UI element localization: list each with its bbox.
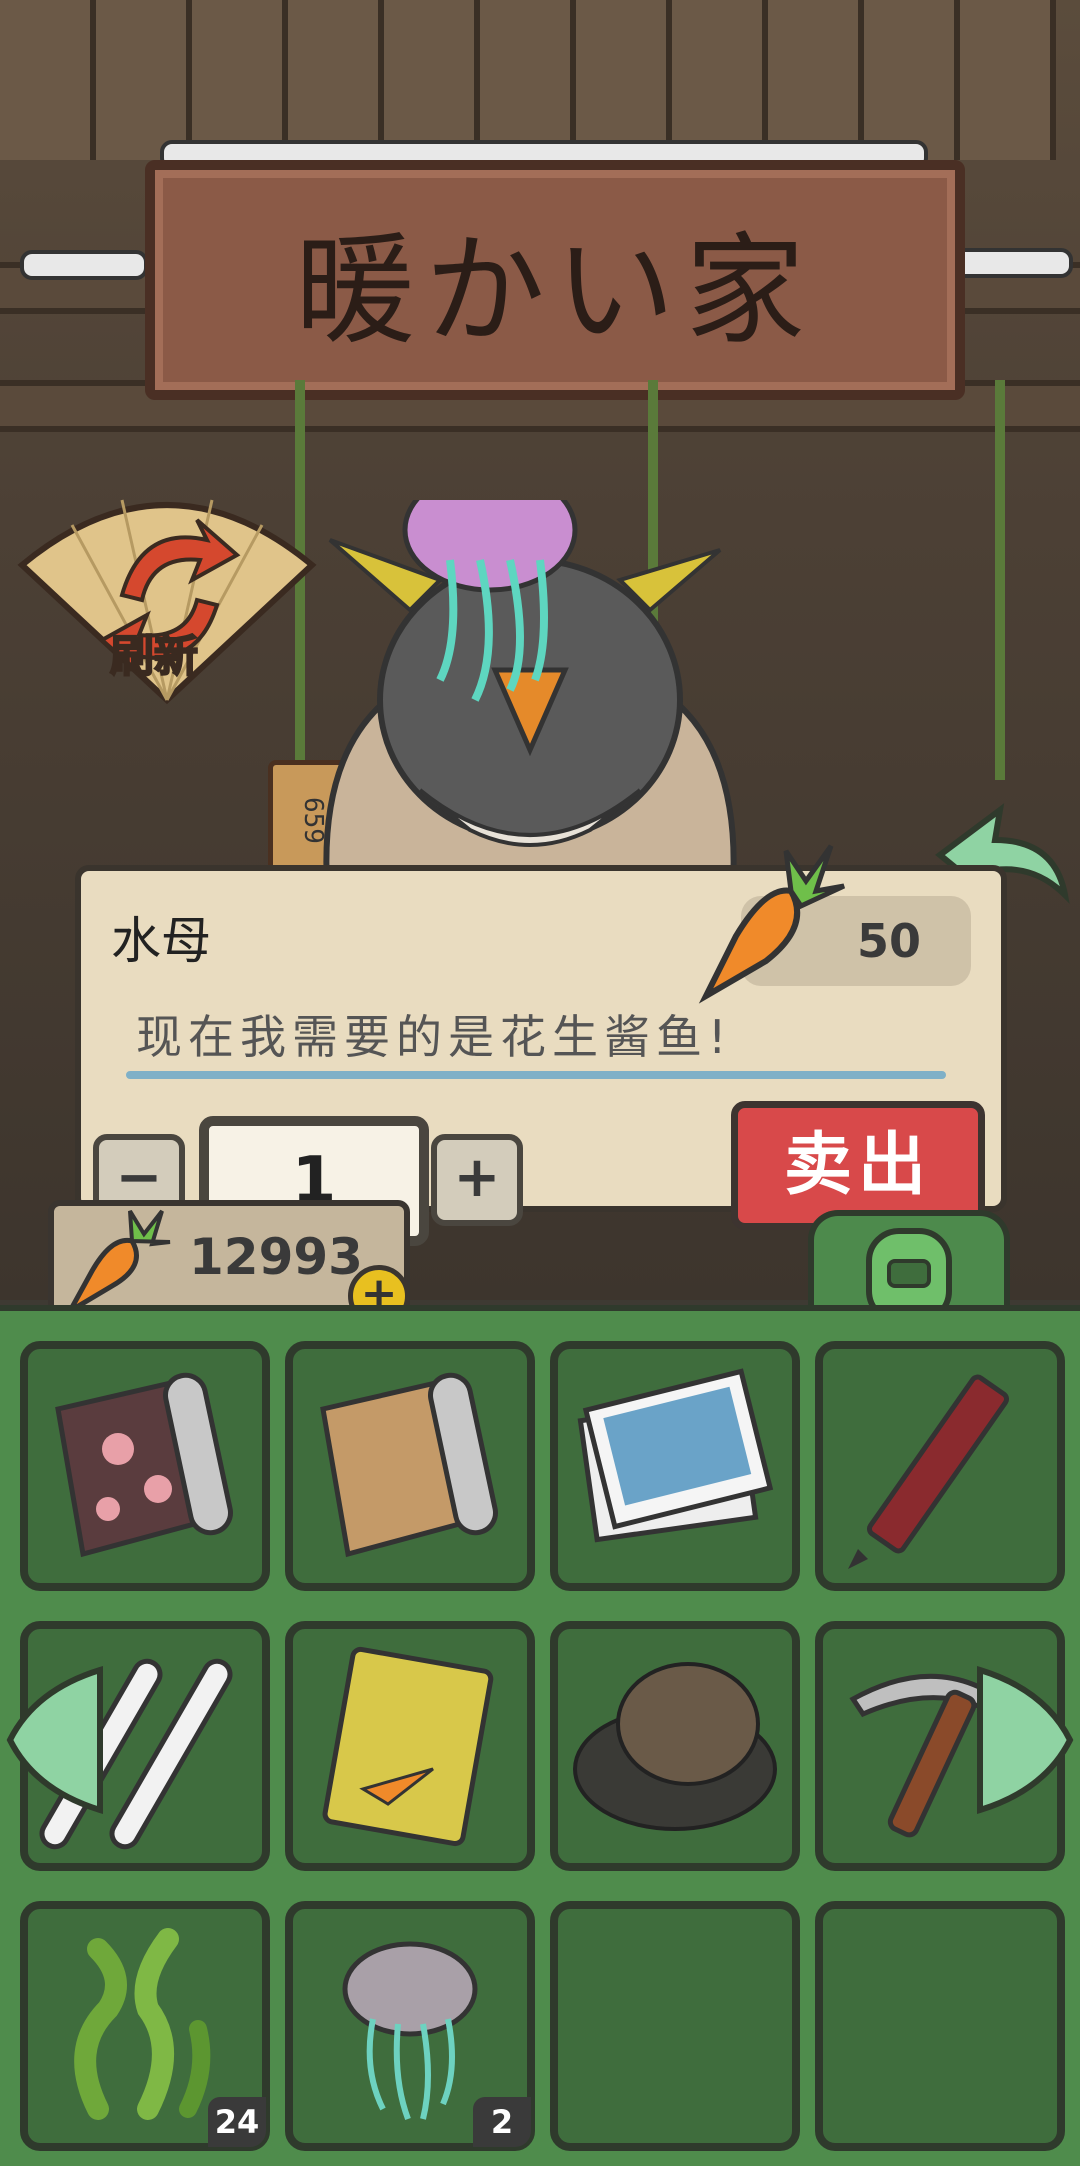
shop-sign: 暖かい家 bbox=[145, 160, 965, 400]
previous-page-arrow-icon[interactable] bbox=[5, 1660, 105, 1820]
snow bbox=[20, 250, 148, 280]
rope bbox=[995, 380, 1005, 780]
carrot-currency-icon bbox=[64, 1209, 171, 1316]
inventory-slot-sakura-paper[interactable] bbox=[20, 1341, 270, 1591]
inventory-slot-carrots-book[interactable] bbox=[285, 1621, 535, 1871]
item-count: 24 bbox=[208, 2097, 266, 2147]
wall-plank bbox=[672, 0, 768, 160]
item-count: 2 bbox=[473, 2097, 531, 2147]
wall-plank bbox=[0, 0, 96, 160]
photographs-icon bbox=[577, 1368, 774, 1543]
wall-plank bbox=[96, 0, 192, 160]
inventory-panel: 24 2 bbox=[0, 1305, 1080, 2166]
inventory-slot-seaweed[interactable]: 24 bbox=[20, 1901, 270, 2151]
inventory-slot-straw-hat[interactable] bbox=[550, 1621, 800, 1871]
customer-message: 现在我需要的是花生酱鱼! bbox=[136, 1010, 733, 1064]
sakura-paper-icon bbox=[55, 1372, 233, 1558]
wall-plank bbox=[480, 0, 576, 160]
inventory-slot-red-pencil[interactable] bbox=[815, 1341, 1065, 1591]
inventory-slot-brown-paper[interactable] bbox=[285, 1341, 535, 1591]
red-pencil-icon bbox=[848, 1374, 1010, 1569]
sell-dialog: 水母 50 现在我需要的是花生酱鱼! − 1 + 卖出 bbox=[75, 844, 1007, 1246]
carrot-icon bbox=[698, 844, 846, 1004]
item-price: 50 bbox=[856, 914, 921, 968]
inventory-slot-empty[interactable] bbox=[815, 1901, 1065, 2151]
wall-plank bbox=[768, 0, 864, 160]
wall-plank bbox=[288, 0, 384, 160]
inventory-slot-jellyfish[interactable]: 2 bbox=[285, 1901, 535, 2151]
brown-paper-icon bbox=[320, 1372, 498, 1558]
wall-plank bbox=[384, 0, 480, 160]
next-page-arrow-icon[interactable] bbox=[975, 1660, 1075, 1820]
book-icon bbox=[322, 1646, 494, 1847]
inventory-slot-photographs[interactable] bbox=[550, 1341, 800, 1591]
straw-hat-icon bbox=[573, 1662, 777, 1831]
refresh-label[interactable]: 刷新 bbox=[109, 620, 199, 684]
inventory-slot-empty[interactable] bbox=[550, 1901, 800, 2151]
carrot-balance-value: 12993 bbox=[189, 1228, 363, 1286]
quantity-plus-button[interactable]: + bbox=[431, 1134, 523, 1226]
wall-plank bbox=[864, 0, 960, 160]
item-name: 水母 bbox=[111, 912, 211, 970]
message-underline bbox=[126, 1071, 946, 1079]
wall-plank bbox=[192, 0, 288, 160]
shop-sign-text: 暖かい家 bbox=[295, 222, 815, 361]
wall-plank bbox=[576, 0, 672, 160]
wall-plank bbox=[960, 0, 1056, 160]
